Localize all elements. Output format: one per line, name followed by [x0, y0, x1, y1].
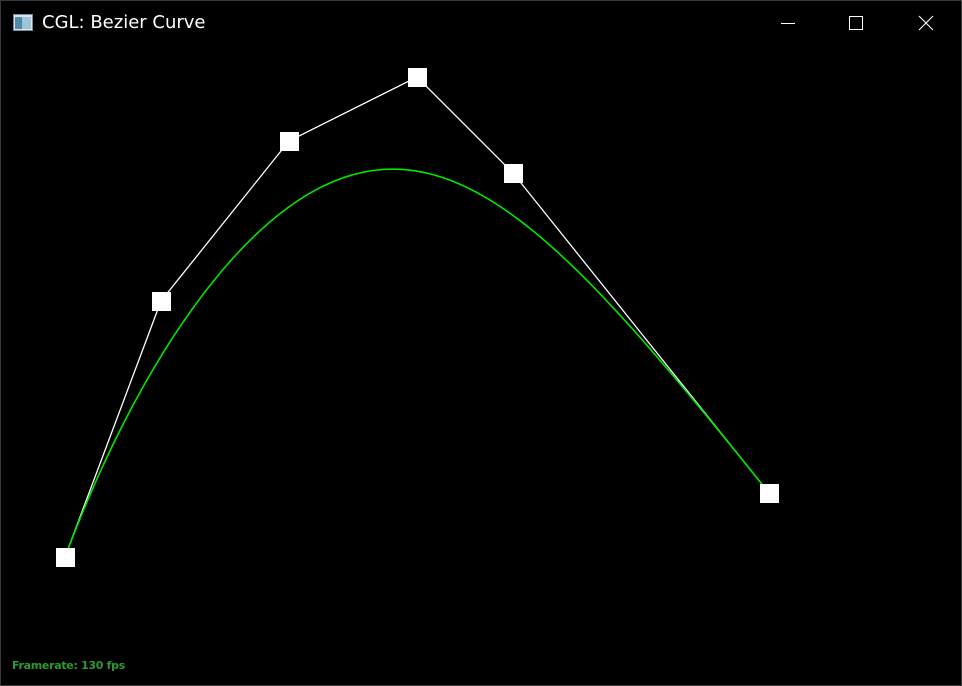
app-window: CGL: Bezier Curve Framerate: 130 fps [0, 0, 962, 686]
render-canvas [56, 68, 779, 567]
minimize-button[interactable] [753, 1, 823, 45]
app-window-icon [13, 14, 33, 31]
framerate-label: Framerate: 130 fps [12, 659, 125, 672]
control-point-5[interactable] [504, 164, 523, 183]
control-polygon [64, 76, 770, 558]
close-icon [918, 15, 934, 31]
close-button[interactable] [891, 1, 961, 45]
title-bar[interactable]: CGL: Bezier Curve [1, 1, 961, 45]
window-title: CGL: Bezier Curve [42, 12, 206, 33]
maximize-icon [849, 16, 863, 30]
bezier-curve [64, 168, 770, 558]
control-point-1[interactable] [56, 548, 75, 567]
control-point-4[interactable] [408, 68, 427, 87]
control-point-6[interactable] [760, 484, 779, 503]
control-point-2[interactable] [152, 292, 171, 311]
control-point-3[interactable] [280, 132, 299, 151]
minimize-icon [781, 23, 795, 24]
maximize-button[interactable] [821, 1, 891, 45]
